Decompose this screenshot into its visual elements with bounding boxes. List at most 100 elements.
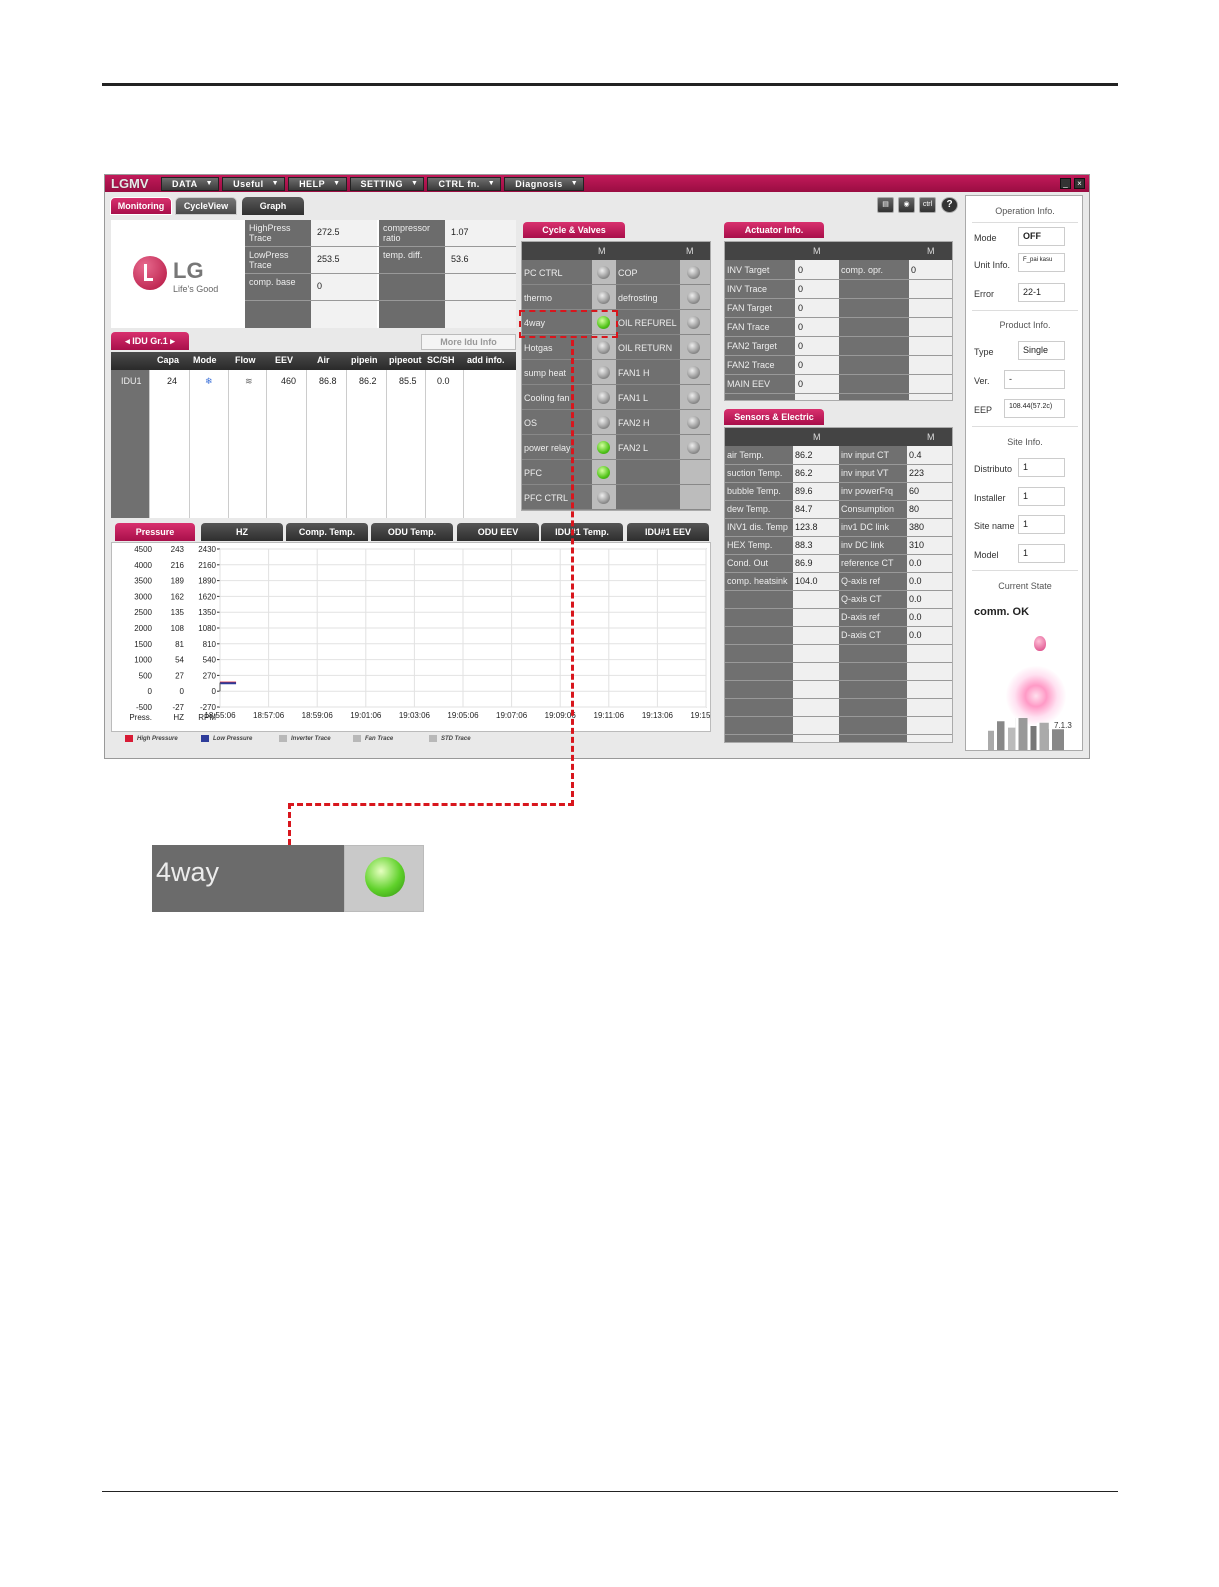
chart-tab-4[interactable]: ODU EEV [457,523,539,541]
menu-data[interactable]: DATA ▼ [161,176,220,191]
help-icon[interactable]: ? [941,197,958,213]
cycle-valves-header[interactable]: Cycle & Valves [523,222,625,238]
legend-swatch [429,735,437,742]
chart-tab-3[interactable]: ODU Temp. [371,523,453,541]
save-icon[interactable]: ▤ [877,197,894,213]
idu-panel: ◂ IDU Gr.1 ▸ More Idu Info Capa Mode Flow E… [111,332,516,518]
snowflake-icon: ❄ [205,376,213,386]
menu-useful[interactable]: Useful ▼ [222,176,286,191]
sensors-electric-header[interactable]: Sensors & Electric [724,409,824,425]
zoom-label: 4way [156,857,220,887]
y-tick-hz: 162 [171,592,185,601]
sensor-label: inv DC link [841,540,885,550]
chevron-down-icon: ▼ [271,180,280,187]
row-divider [725,298,952,299]
idu-col-divider [425,370,426,518]
close-button[interactable]: × [1074,178,1085,189]
city-skyline-graphic [988,718,1064,750]
actuator-value: 0 [798,265,804,275]
divider [972,222,1078,223]
chart-tab-1[interactable]: HZ [201,523,283,541]
menu-setting[interactable]: SETTING ▼ [349,176,425,191]
y-tick-rpm: 1350 [198,608,216,617]
menu-help[interactable]: HELP ▼ [288,176,347,191]
y-tick-rpm: 0 [212,687,217,696]
cycle-col-header [522,242,710,260]
comm-status: comm. OK [974,606,1030,618]
sensor-value: 380 [909,522,925,532]
y-tick-hz: 243 [171,545,185,554]
menu-help-label: HELP [299,178,326,189]
row-divider [725,374,952,375]
menu-setting-label: SETTING [360,178,404,189]
chart-tab-5[interactable]: IDU#1 Temp. [541,523,623,541]
tab-cycleview[interactable]: CycleView [175,197,237,215]
actuator-info-panel: M M INV Target 0 INV Trace 0 FAN Target 0 FAN Tr… [724,241,953,401]
arrow-left-icon[interactable]: ◂ [125,336,130,346]
sensor-label: inv input CT [841,450,890,460]
site-info-title: Site Info. [1007,437,1043,447]
idu-column-header: Flow [235,355,256,365]
idu-column-header: pipein [351,355,378,365]
menu-diagnosis-label: Diagnosis [515,178,563,189]
summary-label: temp. diff. [383,250,423,260]
chart-tab-2[interactable]: Comp. Temp. [286,523,368,541]
row-divider [522,284,710,285]
app-title: LGMV [111,176,149,191]
chart-area: 4500 243 2430 4000 216 2160 3500 189 1890 3000 162… [111,542,722,732]
tab-graph[interactable]: Graph [242,197,304,215]
type-value: Single [1018,341,1065,360]
led-off-icon [687,291,700,304]
ctrl-icon[interactable]: ctrl [919,197,936,213]
led-on-icon [597,466,610,479]
y-tick-hz: 54 [175,656,184,665]
axis-unit-rpm: RPM [198,713,216,722]
menu-ctrl-fn[interactable]: CTRL fn. ▼ [427,176,502,191]
legend-low-pressure: Low Pressure [201,735,252,742]
row-divider [725,644,952,645]
led-off-icon [687,316,700,329]
model-value: 1 [1018,544,1065,563]
row-divider [725,626,952,627]
camera-icon[interactable]: ◉ [898,197,915,213]
lg-logo-icon [133,256,167,290]
model-label: Model [974,550,999,560]
y-tick-press: 1500 [134,640,152,649]
installer-label: Installer [974,493,1006,503]
idu-group-tab[interactable]: ◂ IDU Gr.1 ▸ [111,332,189,350]
idu-table-body: IDU1 24 ❄ ≋ 460 86.8 86.2 85.5 0.0 [111,370,516,518]
chart-tab-6[interactable]: IDU#1 EEV [627,523,709,541]
more-idu-info-button[interactable]: More Idu Info [421,334,516,350]
row-divider [522,459,710,460]
unit-info-label: Unit Info. [974,260,1011,270]
y-tick-hz: -27 [172,703,184,712]
sensor-value: 60 [909,486,920,496]
y-tick-rpm: 540 [203,656,217,665]
divider [245,300,516,301]
row-divider [725,518,952,519]
col-m-label: M [686,246,694,256]
idu-col-divider [346,370,347,518]
col-m-label: M [813,432,821,442]
led-off-icon [687,441,700,454]
idu-name-col [111,370,149,518]
axis-unit-hz: HZ [173,713,184,722]
arrow-right-icon[interactable]: ▸ [170,336,175,346]
row-divider [522,484,710,485]
callout-line-drop [288,803,291,845]
unit-info-value: F_pai kasu [1018,253,1065,272]
legend-label: STD Trace [441,735,471,742]
summary-panel: LG Life's Good HighPress Trace 272.5 compr… [111,220,516,328]
tab-monitoring[interactable]: Monitoring [110,197,172,215]
mode-label: Mode [974,233,997,243]
idu-cell-scsh: 0.0 [437,376,450,386]
actuator-label: FAN2 Trace [727,360,775,370]
divider [972,310,1078,311]
actuator-info-header[interactable]: Actuator Info. [724,222,824,238]
minimize-button[interactable]: _ [1060,178,1071,189]
chart-tab-0[interactable]: Pressure [115,523,195,541]
row-divider [725,680,952,681]
sensor-value: 0.4 [909,450,922,460]
legend-fan-trace: Fan Trace [353,735,393,742]
menu-diagnosis[interactable]: Diagnosis ▼ [504,176,585,191]
